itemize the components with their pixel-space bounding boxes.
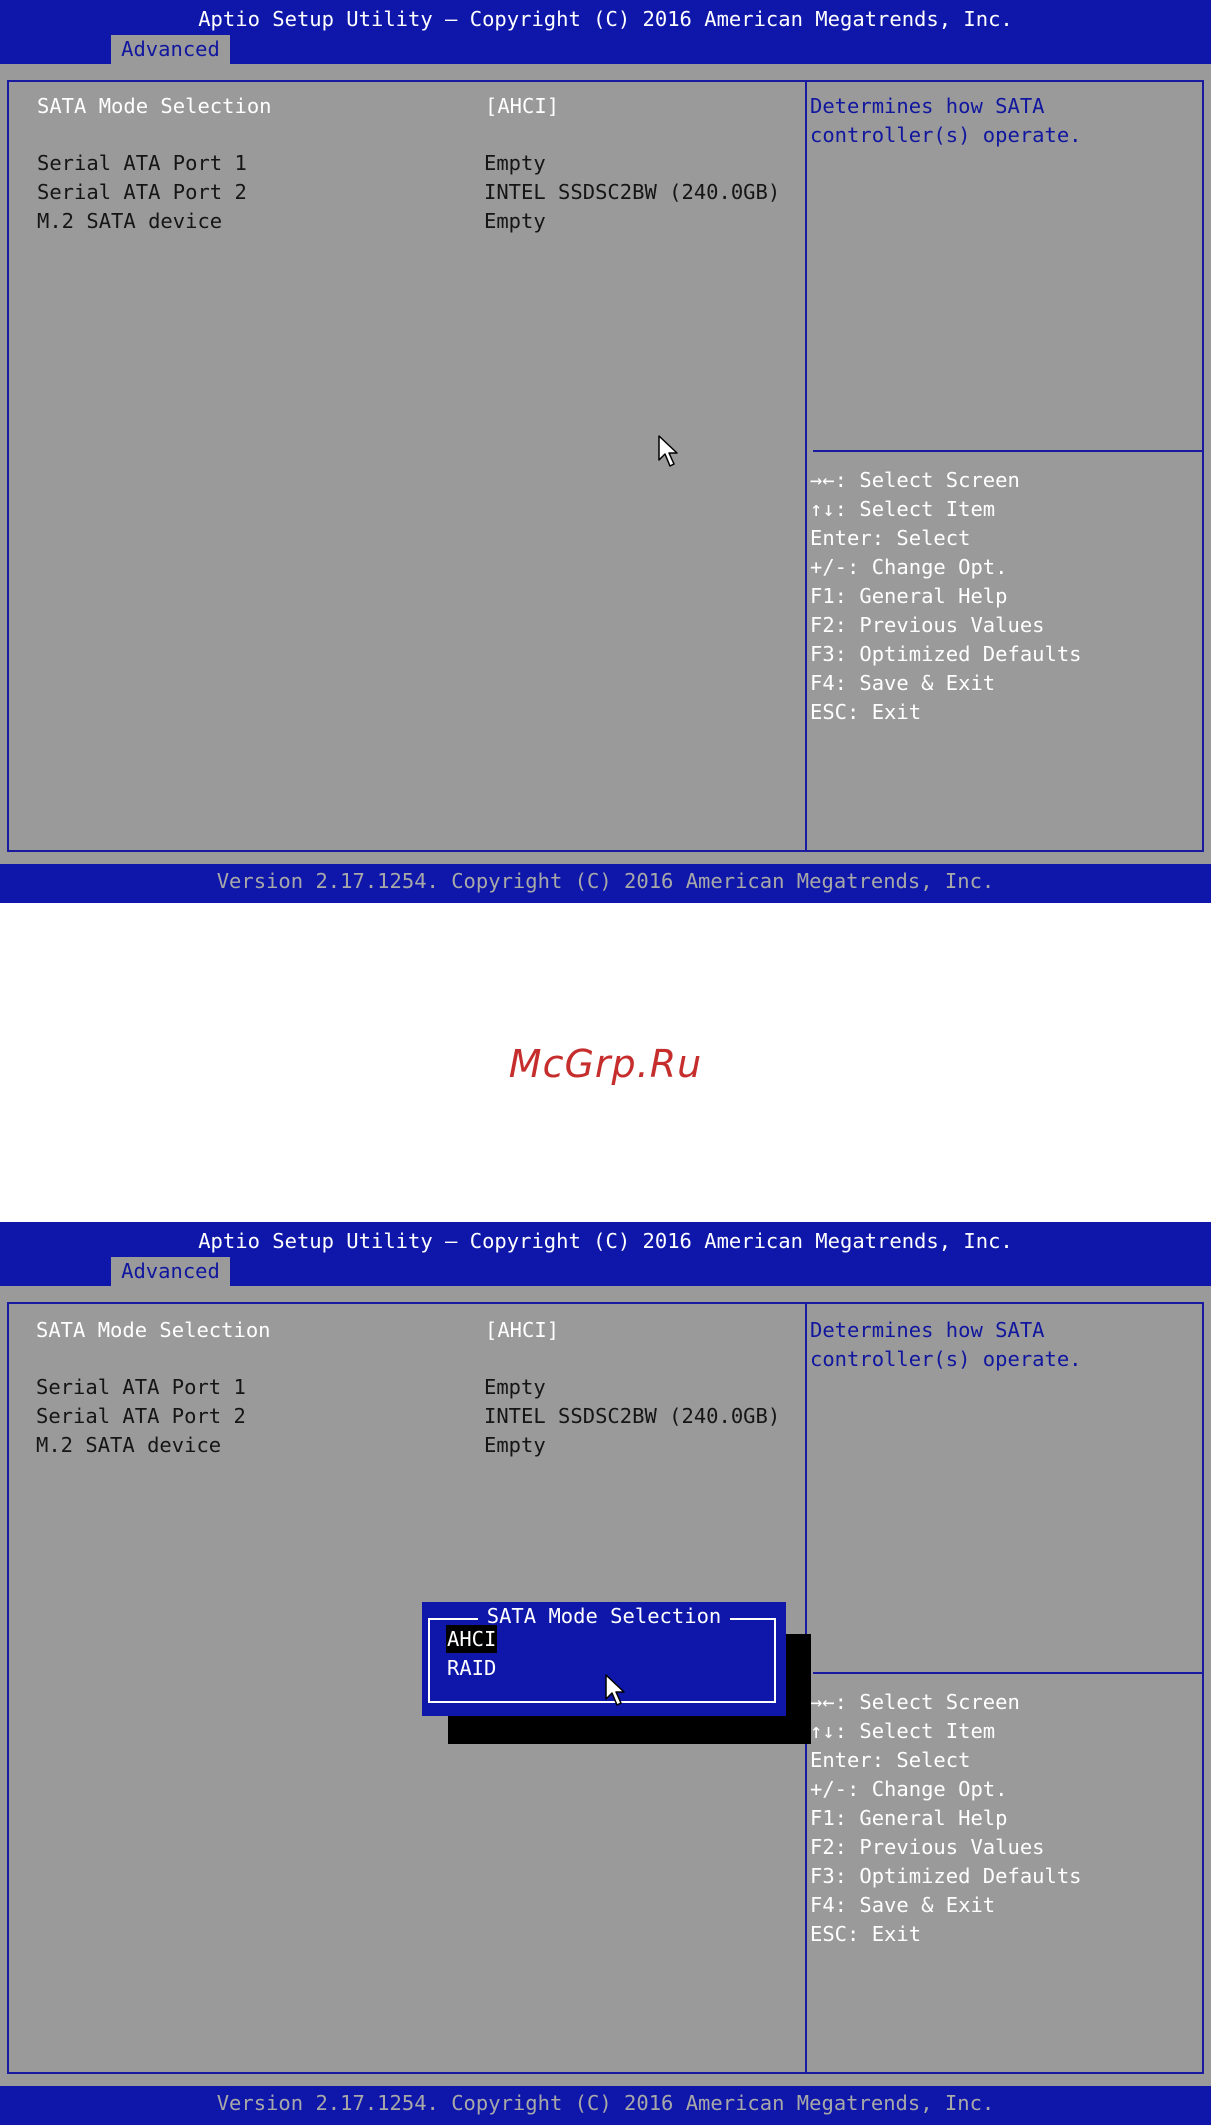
key-hint: F4: Save & Exit (810, 671, 996, 695)
port2-value: INTEL SSDSC2BW (240.0GB) (484, 1404, 781, 1428)
key-hint: →←: Select Screen (810, 1690, 1020, 1714)
mouse-pointer-icon (658, 435, 678, 467)
popup-option-raid[interactable]: RAID (446, 1654, 497, 1682)
title-bar: Aptio Setup Utility – Copyright (C) 2016… (0, 1222, 1211, 1286)
key-hint: ↑↓: Select Item (810, 1719, 996, 1743)
key-hint: +/-: Change Opt. (810, 1777, 1008, 1801)
sata-mode-value[interactable]: [AHCI] (485, 92, 559, 121)
sata-mode-value[interactable]: [AHCI] (485, 1316, 559, 1345)
footer-bar: Version 2.17.1254. Copyright (C) 2016 Am… (0, 2086, 1211, 2125)
watermark: McGrp.Ru (508, 1042, 703, 1086)
popup-option-ahci[interactable]: AHCI (446, 1625, 498, 1653)
panel-divider (805, 82, 807, 850)
sata-mode-label[interactable]: SATA Mode Selection (37, 92, 272, 121)
port1-label: Serial ATA Port 1 (36, 1375, 246, 1399)
help-separator (813, 1672, 1203, 1674)
port1-value: Empty (484, 1375, 546, 1399)
m2-value: Empty (484, 1433, 546, 1457)
bios-screen-popup: Aptio Setup Utility – Copyright (C) 2016… (0, 1222, 1211, 2125)
tab-advanced[interactable]: Advanced (111, 35, 230, 64)
version-text: Version 2.17.1254. Copyright (C) 2016 Am… (216, 869, 995, 893)
help-separator (813, 450, 1203, 452)
key-hint: →←: Select Screen (810, 468, 1020, 492)
key-hint: F1: General Help (810, 1806, 1008, 1830)
m2-label: M.2 SATA device (37, 209, 223, 233)
version-text: Version 2.17.1254. Copyright (C) 2016 Am… (216, 2091, 995, 2115)
port2-label: Serial ATA Port 2 (37, 180, 247, 204)
port2-value: INTEL SSDSC2BW (240.0GB) (484, 180, 781, 204)
footer-bar: Version 2.17.1254. Copyright (C) 2016 Am… (0, 864, 1211, 903)
help-text-line1: Determines how SATA (810, 1318, 1045, 1342)
app-title: Aptio Setup Utility – Copyright (C) 2016… (198, 7, 1013, 31)
help-text-line2: controller(s) operate. (810, 1347, 1082, 1371)
port1-value: Empty (484, 151, 546, 175)
key-hint: F3: Optimized Defaults (810, 1864, 1082, 1888)
key-hint: +/-: Change Opt. (810, 555, 1008, 579)
key-hint: ESC: Exit (810, 1922, 922, 1946)
key-hint: Enter: Select (810, 1748, 971, 1772)
help-text-line1: Determines how SATA (810, 94, 1045, 118)
sata-mode-label[interactable]: SATA Mode Selection (36, 1316, 271, 1345)
key-hint: ↑↓: Select Item (810, 497, 996, 521)
key-hint: F3: Optimized Defaults (810, 642, 1082, 666)
title-bar: Aptio Setup Utility – Copyright (C) 2016… (0, 0, 1211, 64)
m2-value: Empty (484, 209, 546, 233)
app-title: Aptio Setup Utility – Copyright (C) 2016… (198, 1229, 1013, 1253)
help-text-line2: controller(s) operate. (810, 123, 1082, 147)
key-hint: F1: General Help (810, 584, 1008, 608)
mouse-pointer-icon (605, 1674, 625, 1706)
port2-label: Serial ATA Port 2 (36, 1404, 246, 1428)
key-hint: F4: Save & Exit (810, 1893, 996, 1917)
key-hint: Enter: Select (810, 526, 971, 550)
key-hint: ESC: Exit (810, 700, 922, 724)
m2-label: M.2 SATA device (36, 1433, 222, 1457)
bios-screen-main: Aptio Setup Utility – Copyright (C) 2016… (0, 0, 1211, 903)
port1-label: Serial ATA Port 1 (37, 151, 247, 175)
tab-advanced[interactable]: Advanced (111, 1257, 230, 1286)
sata-mode-popup: SATA Mode Selection AHCI RAID (422, 1602, 786, 1716)
popup-title-text: SATA Mode Selection (477, 1604, 731, 1628)
key-hint: F2: Previous Values (810, 1835, 1045, 1859)
key-hint: F2: Previous Values (810, 613, 1045, 637)
